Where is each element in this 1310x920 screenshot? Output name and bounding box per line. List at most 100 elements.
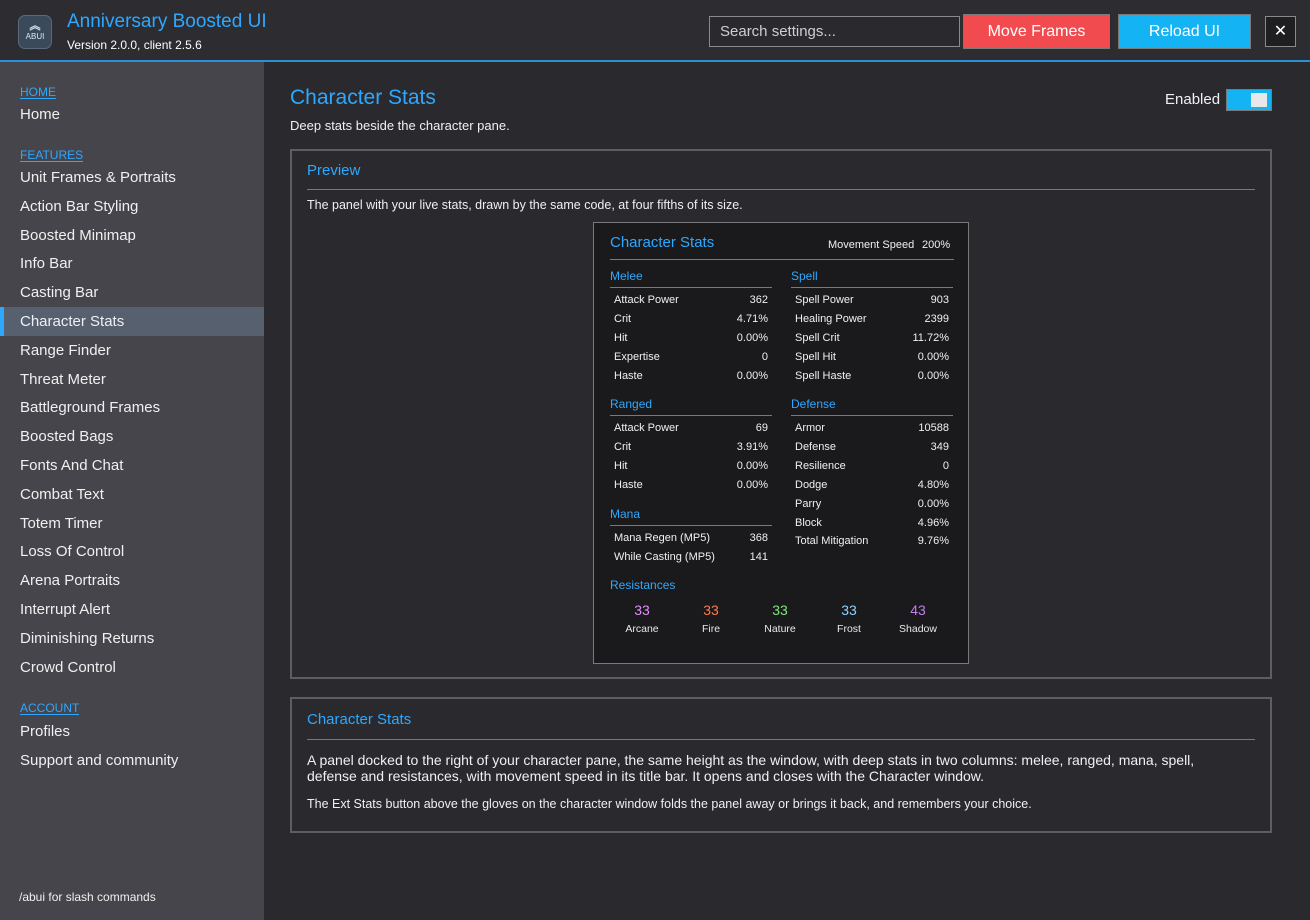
close-icon: ✕: [1273, 23, 1288, 40]
sidebar: HOME Home FEATURES Unit Frames & Portrai…: [0, 62, 264, 920]
defense-stat-value: 349: [930, 440, 949, 453]
character-stats-preview: Character Stats Movement Speed 200% Mele…: [593, 222, 969, 664]
sidebar-item-character-stats[interactable]: Character Stats: [0, 307, 264, 336]
sidebar-item-crowd-control[interactable]: Crowd Control: [0, 653, 264, 682]
resistance-fire-value: 33: [703, 602, 719, 618]
movement-speed-label: Movement Speed: [828, 239, 915, 251]
mana-group-divider: [610, 525, 772, 526]
mana-stat-value: 368: [749, 532, 768, 544]
defense-stat-name: Total Mitigation: [795, 535, 869, 548]
defense-stat-name: Dodge: [795, 478, 828, 491]
defense-stat-value: 4.80%: [917, 478, 949, 491]
resistance-frost-label: Frost: [837, 623, 861, 635]
ranged-stat-value: 0.00%: [736, 478, 768, 491]
melee-stat-name: Crit: [614, 312, 632, 325]
defense-stat-name: Resilience: [795, 459, 846, 472]
close-button[interactable]: ✕: [1265, 16, 1296, 47]
melee-stat-value: 0.00%: [736, 369, 768, 382]
defense-stat-name: Block: [795, 516, 822, 529]
sidebar-item-loss-of-control[interactable]: Loss Of Control: [0, 537, 264, 566]
logo-text: ABUI: [25, 32, 45, 41]
sidebar-section-account: ACCOUNT: [20, 701, 80, 715]
page-title: Character Stats: [290, 86, 436, 109]
preview-divider: [307, 189, 1255, 190]
sidebar-item-combat-text[interactable]: Combat Text: [0, 480, 264, 509]
preview-title: Preview: [307, 162, 361, 179]
reload-ui-button[interactable]: Reload UI: [1118, 14, 1251, 49]
move-frames-button[interactable]: Move Frames: [963, 14, 1110, 49]
defense-group-divider: [791, 415, 953, 416]
spell-group-title: Spell: [791, 269, 818, 283]
card-divider: [610, 259, 954, 260]
sidebar-item-interrupt-alert[interactable]: Interrupt Alert: [0, 595, 264, 624]
spell-stat-value: 2399: [924, 312, 949, 325]
page-subtitle: Deep stats beside the character pane.: [290, 118, 510, 133]
defense-stat-value: 0: [942, 459, 949, 472]
sidebar-item-fonts-and-chat[interactable]: Fonts And Chat: [0, 451, 264, 480]
resistance-frost-value: 33: [841, 602, 857, 618]
sidebar-item-range-finder[interactable]: Range Finder: [0, 336, 264, 365]
defense-stat-value: 10588: [918, 422, 949, 434]
spell-stat-name: Spell Power: [795, 294, 854, 306]
sidebar-item-diminishing-returns[interactable]: Diminishing Returns: [0, 624, 264, 653]
title-bar: ︽ ABUI Anniversary Boosted UI Version 2.…: [0, 0, 1310, 62]
sidebar-item-profiles[interactable]: Profiles: [0, 717, 264, 746]
mana-stat-value: 141: [749, 550, 768, 563]
enabled-label: Enabled: [1165, 91, 1221, 108]
info-panel: Character Stats A panel docked to the ri…: [290, 697, 1272, 833]
mana-group-title: Mana: [610, 507, 641, 521]
spell-group-divider: [791, 287, 953, 288]
ranged-stat-value: 0.00%: [736, 459, 768, 472]
search-input[interactable]: Search settings...: [709, 16, 960, 47]
ranged-stat-value: 3.91%: [736, 440, 768, 453]
defense-stat-name: Armor: [795, 422, 825, 434]
defense-stat-value: 4.96%: [917, 516, 949, 529]
spell-stat-value: 11.72%: [912, 331, 950, 344]
sidebar-item-arena-portraits[interactable]: Arena Portraits: [0, 566, 264, 595]
sidebar-item-action-bar-styling[interactable]: Action Bar Styling: [0, 192, 264, 221]
card-title: Character Stats: [610, 234, 715, 251]
movement-speed-value: 200%: [922, 239, 951, 251]
resistance-nature-label: Nature: [764, 623, 796, 635]
info-paragraph-2: The Ext Stats button above the gloves on…: [307, 797, 1032, 811]
spell-stat-value: 0.00%: [917, 369, 949, 382]
app-title: Anniversary Boosted UI: [67, 11, 267, 32]
spell-stat-value: 903: [930, 294, 949, 306]
sidebar-item-totem-timer[interactable]: Totem Timer: [0, 509, 264, 538]
defense-stat-name: Parry: [795, 497, 822, 510]
sidebar-item-unit-frames-portraits[interactable]: Unit Frames & Portraits: [0, 163, 264, 192]
ranged-group-title: Ranged: [610, 397, 653, 411]
resistance-shadow-label: Shadow: [899, 623, 937, 635]
ranged-stat-value: 69: [755, 422, 768, 434]
melee-stat-name: Expertise: [614, 350, 660, 363]
resistance-arcane-label: Arcane: [625, 623, 659, 635]
sidebar-item-home[interactable]: Home: [0, 100, 264, 129]
sidebar-item-boosted-bags[interactable]: Boosted Bags: [0, 422, 264, 451]
spell-stat-name: Spell Crit: [795, 331, 840, 344]
spell-stat-name: Spell Haste: [795, 369, 852, 382]
melee-stat-name: Haste: [614, 369, 643, 382]
sidebar-item-threat-meter[interactable]: Threat Meter: [0, 365, 264, 394]
info-divider: [307, 739, 1255, 740]
melee-group-divider: [610, 287, 772, 288]
sidebar-item-battleground-frames[interactable]: Battleground Frames: [0, 393, 264, 422]
spell-stat-name: Spell Hit: [795, 350, 836, 363]
sidebar-item-support[interactable]: Support and community: [0, 746, 264, 775]
sidebar-item-casting-bar[interactable]: Casting Bar: [0, 278, 264, 307]
sidebar-item-boosted-minimap[interactable]: Boosted Minimap: [0, 221, 264, 250]
defense-stat-value: 9.76%: [917, 535, 949, 548]
defense-stat-value: 0.00%: [917, 497, 949, 510]
resistance-arcane-value: 33: [634, 602, 650, 618]
melee-stat-name: Hit: [614, 331, 628, 344]
sidebar-section-features: FEATURES: [20, 148, 84, 162]
ranged-stat-name: Hit: [614, 459, 628, 472]
spell-stat-name: Healing Power: [795, 312, 867, 325]
defense-group-title: Defense: [791, 397, 836, 411]
melee-group-title: Melee: [610, 269, 643, 283]
melee-stat-name: Attack Power: [614, 294, 679, 306]
melee-stat-value: 0.00%: [736, 331, 768, 344]
info-paragraph-1: A panel docked to the right of your char…: [307, 752, 1195, 784]
spell-stat-value: 0.00%: [917, 350, 949, 363]
sidebar-item-info-bar[interactable]: Info Bar: [0, 249, 264, 278]
enabled-toggle[interactable]: [1226, 89, 1272, 111]
